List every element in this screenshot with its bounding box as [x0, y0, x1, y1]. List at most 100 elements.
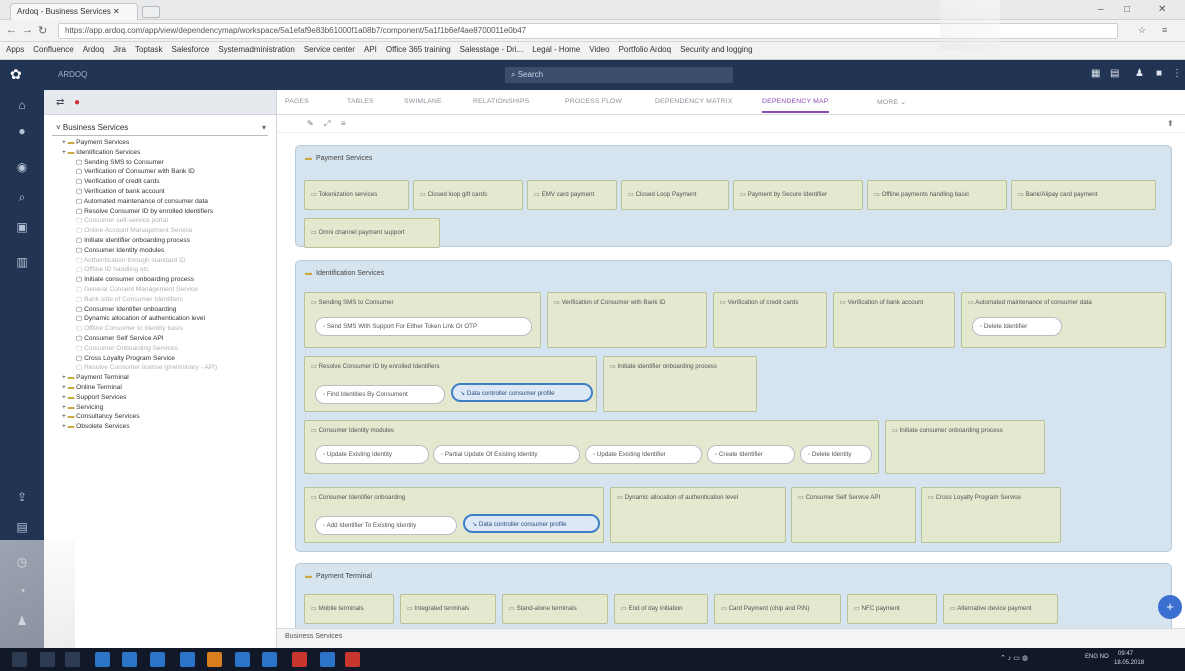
component-box[interactable]: ▭ EMV card payment: [527, 180, 617, 210]
view-icon[interactable]: ▥: [14, 255, 30, 269]
tree-item[interactable]: ▢ Resolve Consumer license (preliminary …: [52, 363, 276, 373]
user-icon[interactable]: ♟: [1135, 68, 1144, 79]
bookmark-item[interactable]: Office 365 training: [386, 45, 451, 54]
component-chip[interactable]: ◦ Delete Identity: [800, 445, 872, 464]
tree-item[interactable]: ▢ Consumer Identity modules: [52, 246, 276, 256]
component-box[interactable]: ▭ Offline payments handling basic: [867, 180, 1007, 210]
browser-tab[interactable]: Ardoq - Business Services ✕: [10, 3, 138, 20]
ie-icon[interactable]: [122, 652, 137, 667]
view-settings-icon[interactable]: ≡: [341, 119, 346, 128]
clock-time[interactable]: 09:47: [1118, 651, 1133, 657]
bookmark-item[interactable]: Portfolio Ardoq: [619, 45, 671, 54]
bookmark-item[interactable]: Apps: [6, 45, 24, 54]
close-window-icon[interactable]: ✕: [1158, 4, 1166, 15]
tree-item[interactable]: + ▬ Consultancy Services: [52, 412, 276, 422]
tree-item[interactable]: ▢ Cross Loyalty Program Service: [52, 354, 276, 364]
tab-pages[interactable]: PAGES: [285, 98, 309, 105]
tab-more[interactable]: MORE ⌄: [877, 98, 906, 106]
store-icon[interactable]: [235, 652, 250, 667]
component-box[interactable]: ▭ Integrated terminals: [400, 594, 496, 624]
workspace-icon[interactable]: ●: [14, 124, 30, 138]
bookmark-item[interactable]: Ardoq: [83, 45, 104, 54]
tree-item[interactable]: ▢ Offline ID handling etc: [52, 265, 276, 275]
component-box[interactable]: ▭ Consumer Identifier onboarding ◦ Add Id…: [304, 487, 604, 543]
settings-icon[interactable]: ■: [1156, 68, 1162, 79]
tree-item[interactable]: ▢ Bank side of Consumer Identifiers: [52, 295, 276, 305]
tab-dependency-map[interactable]: DEPENDENCY MAP: [762, 98, 829, 113]
component-box[interactable]: ▭ Bank/Alipay card payment: [1011, 180, 1156, 210]
chrome-icon[interactable]: [207, 652, 222, 667]
component-box[interactable]: ▭ Payment by Secure Identifier: [733, 180, 863, 210]
component-chip[interactable]: ◦ Update Existing Identifier: [585, 445, 702, 464]
component-box[interactable]: ▭ Verification of Consumer with Bank ID: [547, 292, 707, 348]
task-view-icon[interactable]: [65, 652, 80, 667]
tree-item[interactable]: + ▬ Payment Terminal: [52, 373, 276, 383]
bookmark-item[interactable]: Video: [589, 45, 609, 54]
language-indicator[interactable]: ENG NO: [1085, 654, 1109, 660]
tray-icons[interactable]: ⌃ ♪ ▭ ◍: [1000, 654, 1028, 662]
tree-item[interactable]: + ▬ Payment Services: [52, 138, 276, 148]
component-box[interactable]: ▭ Verification of credit cards: [713, 292, 827, 348]
bookmark-item[interactable]: Salesstage - Dri...: [460, 45, 524, 54]
tree-item[interactable]: ▢ Consumer self-service portal: [52, 216, 276, 226]
tree-item[interactable]: + ▬ Support Services: [52, 393, 276, 403]
mail-icon[interactable]: [180, 652, 195, 667]
bookmark-item[interactable]: Jira: [113, 45, 126, 54]
component-box[interactable]: ▭ Initiate consumer onboarding process: [885, 420, 1045, 474]
tree-item[interactable]: ▢ Consumer Onboarding Services: [52, 344, 276, 354]
layers-icon[interactable]: ▣: [14, 220, 30, 234]
tab-dependency-matrix[interactable]: DEPENDENCY MATRIX: [655, 98, 733, 105]
expand-icon[interactable]: ⤢: [324, 119, 330, 129]
bookmark-item[interactable]: Salesforce: [172, 45, 210, 54]
minimize-icon[interactable]: –: [1098, 4, 1104, 15]
selected-component-chip[interactable]: ↘ Data controller consumer profile: [451, 383, 593, 402]
component-chip[interactable]: ◦ Send SMS With Support For Either Token…: [315, 317, 532, 336]
tree-item[interactable]: + ▬ Identification Services: [52, 148, 276, 158]
tree-item[interactable]: + ▬ Online Terminal: [52, 383, 276, 393]
tree-item[interactable]: ▢ Authentication through standard ID: [52, 256, 276, 266]
globe-icon[interactable]: ◉: [14, 160, 30, 174]
new-tab-button[interactable]: [142, 6, 160, 18]
add-fab-button[interactable]: +: [1158, 595, 1182, 619]
menu-icon[interactable]: ≡: [1162, 25, 1167, 35]
forward-icon[interactable]: →: [22, 24, 33, 36]
component-group[interactable]: ▬ Payment Terminal ▭ Mobile terminals ▭ Int…: [295, 563, 1172, 628]
component-box[interactable]: ▭ Stand-alone terminals: [502, 594, 608, 624]
tree-item[interactable]: ▢ Verification of Consumer with Bank ID: [52, 167, 276, 177]
explorer-icon[interactable]: [150, 652, 165, 667]
ardoq-logo-icon[interactable]: ✿: [10, 66, 26, 82]
tab-process-flow[interactable]: PROCESS FLOW: [565, 98, 622, 105]
bookmark-item[interactable]: Legal - Home: [532, 45, 580, 54]
selected-component-chip[interactable]: ↘ Data controller consumer profile: [463, 514, 600, 533]
reload-icon[interactable]: ↻: [38, 24, 47, 37]
tree-item[interactable]: ▢ Sending SMS to Consumer: [52, 158, 276, 168]
component-chip[interactable]: ◦ Find Identities By Consument: [315, 385, 445, 404]
tab-relationships[interactable]: RELATIONSHIPS: [473, 98, 529, 105]
component-box[interactable]: ▭ Closed loop gift cards: [413, 180, 523, 210]
tree-item[interactable]: ▢ Initiate consumer onboarding process: [52, 275, 276, 285]
component-box[interactable]: ▭ Mobile terminals: [304, 594, 394, 624]
component-box[interactable]: ▭ Tokenization services: [304, 180, 409, 210]
tree-item[interactable]: ▢ General Consent Management Service: [52, 285, 276, 295]
component-box[interactable]: ▭ Verification of bank account: [833, 292, 955, 348]
maximize-icon[interactable]: □: [1124, 4, 1130, 15]
component-chip[interactable]: ◦ Add Identifier To Existing Identity: [315, 516, 457, 535]
component-chip[interactable]: ◦ Partial Update Of Existing Identity: [433, 445, 580, 464]
bookmark-item[interactable]: Service center: [304, 45, 355, 54]
tree-item[interactable]: + ▬ Obsolete Services: [52, 422, 276, 432]
component-chip[interactable]: ◦ Delete Identifier: [972, 317, 1062, 336]
home-icon[interactable]: ⌂: [14, 98, 30, 112]
outlook-icon[interactable]: [262, 652, 277, 667]
back-icon[interactable]: ←: [6, 24, 17, 36]
bookmark-star-icon[interactable]: ☆: [1138, 25, 1146, 36]
component-box[interactable]: ▭ Cross Loyalty Program Service: [921, 487, 1061, 543]
component-box[interactable]: ▭ Closed Loop Payment: [621, 180, 729, 210]
component-box[interactable]: ▭ Sending SMS to Consumer ◦ Send SMS With…: [304, 292, 541, 348]
tree-item[interactable]: ▢ Initiate identifier onboarding process: [52, 236, 276, 246]
tree-item[interactable]: ▢ Online Account Management Service: [52, 226, 276, 236]
word-icon[interactable]: [320, 652, 335, 667]
grid-icon[interactable]: ▦: [1091, 68, 1100, 79]
component-box[interactable]: ▭ Alternative device payment: [943, 594, 1058, 624]
tree-item[interactable]: ▢ Dynamic allocation of authentication l…: [52, 314, 276, 324]
component-group[interactable]: ▬ Payment Services ▭ Tokenization services…: [295, 145, 1172, 248]
